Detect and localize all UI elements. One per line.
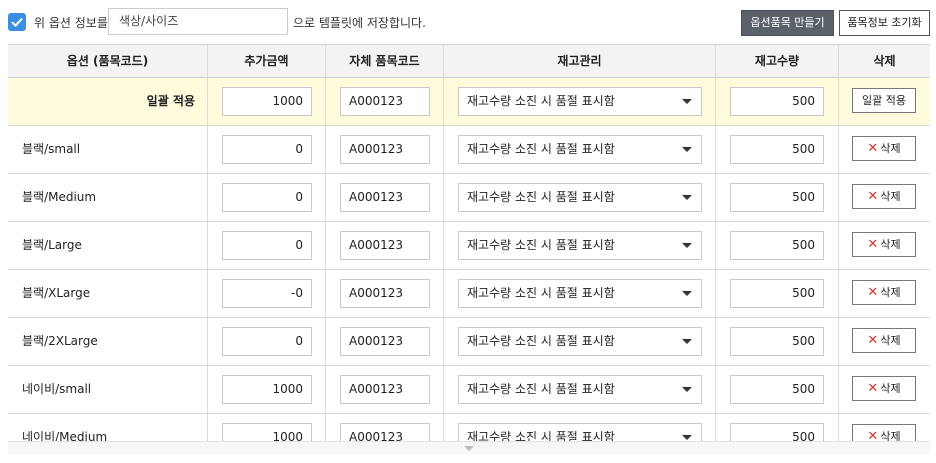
table-row: 네이비/small 1000 A000123 재고수량 소진 시 품절 표시함 500 ✕… [8, 366, 930, 414]
item-code-input[interactable]: A000123 [340, 183, 430, 212]
option-name: 블랙/Large [22, 238, 82, 252]
chevron-down-icon [682, 387, 692, 392]
stock-mgmt-select[interactable]: 재고수량 소진 시 품절 표시함 [458, 135, 702, 164]
stock-qty-input[interactable]: 500 [730, 183, 824, 212]
delete-button[interactable]: ✕ 삭제 [852, 328, 916, 353]
chevron-down-icon [464, 446, 474, 451]
option-name: 블랙/Medium [22, 190, 97, 204]
template-name-input[interactable]: 색상/사이즈 [108, 8, 288, 35]
x-icon: ✕ [867, 237, 879, 252]
col-option: 옵션 (품목코드) [8, 45, 208, 77]
col-delete: 삭제 [873, 54, 896, 68]
stock-mgmt-value: 재고수량 소진 시 품절 표시함 [467, 238, 615, 252]
option-name: 블랙/small [22, 142, 81, 156]
x-icon: ✕ [867, 141, 879, 156]
extra-price-input[interactable]: -0 [222, 279, 312, 308]
option-name: 블랙/XLarge [22, 286, 91, 300]
extra-price-input[interactable]: 0 [222, 231, 312, 260]
template-bar: 위 옵션 정보를 색상/사이즈 으로 템플릿에 저장합니다. 옵션품목 만들기 … [0, 0, 936, 44]
bulk-code-input[interactable]: A000123 [340, 87, 430, 116]
table-header: 옵션 (품목코드) 추가금액 자체 품목코드 재고관리 재고수량 삭제 [8, 45, 930, 78]
x-icon: ✕ [867, 285, 879, 300]
delete-label: 삭제 [880, 382, 901, 395]
delete-label: 삭제 [880, 286, 901, 299]
delete-label: 삭제 [880, 190, 901, 203]
delete-button[interactable]: ✕ 삭제 [852, 136, 916, 161]
scroll-indicator[interactable] [8, 441, 930, 454]
check-icon [11, 17, 23, 28]
delete-button[interactable]: ✕ 삭제 [852, 376, 916, 401]
col-stock-mgmt: 재고관리 [444, 45, 716, 77]
extra-price-input[interactable]: 0 [222, 327, 312, 356]
bulk-stock-select[interactable]: 재고수량 소진 시 품절 표시함 [458, 87, 702, 116]
stock-qty-input[interactable]: 500 [730, 327, 824, 356]
option-name: 네이비/small [22, 382, 92, 396]
bulk-apply-button[interactable]: 일괄 적용 [852, 88, 916, 113]
delete-label: 삭제 [880, 334, 901, 347]
stock-qty-input[interactable]: 500 [730, 375, 824, 404]
col-extra-price: 추가금액 [208, 45, 326, 77]
table-row: 블랙/small 0 A000123 재고수량 소진 시 품절 표시함 500 ✕ 삭제 [8, 126, 930, 174]
stock-mgmt-select[interactable]: 재고수량 소진 시 품절 표시함 [458, 279, 702, 308]
create-option-items-button[interactable]: 옵션품목 만들기 [741, 10, 834, 36]
stock-mgmt-value: 재고수량 소진 시 품절 표시함 [467, 382, 615, 396]
x-icon: ✕ [867, 333, 879, 348]
extra-price-input[interactable]: 0 [222, 183, 312, 212]
stock-mgmt-select[interactable]: 재고수량 소진 시 품절 표시함 [458, 375, 702, 404]
template-label: 위 옵션 정보를 [34, 16, 108, 30]
chevron-down-icon [682, 147, 692, 152]
stock-mgmt-value: 재고수량 소진 시 품절 표시함 [467, 334, 615, 348]
col-stock-qty: 재고수량 [716, 45, 839, 77]
delete-label: 삭제 [880, 238, 901, 251]
table-row: 블랙/2XLarge 0 A000123 재고수량 소진 시 품절 표시함 500 ✕ 삭제 [8, 318, 930, 366]
item-code-input[interactable]: A000123 [340, 279, 430, 308]
col-item-code: 자체 품목코드 [326, 45, 444, 77]
bulk-apply-row: 일괄 적용 1000 A000123 재고수량 소진 시 품절 표시함 500 … [8, 78, 930, 126]
stock-qty-input[interactable]: 500 [730, 135, 824, 164]
item-code-input[interactable]: A000123 [340, 135, 430, 164]
chevron-down-icon [682, 339, 692, 344]
x-icon: ✕ [867, 189, 879, 204]
template-suffix: 으로 템플릿에 저장합니다. [293, 16, 426, 30]
extra-price-input[interactable]: 1000 [222, 375, 312, 404]
table-row: 블랙/Medium 0 A000123 재고수량 소진 시 품절 표시함 500 ✕ 삭제 [8, 174, 930, 222]
chevron-down-icon [682, 99, 692, 104]
delete-button[interactable]: ✕ 삭제 [852, 232, 916, 257]
stock-mgmt-select[interactable]: 재고수량 소진 시 품절 표시함 [458, 327, 702, 356]
x-icon: ✕ [867, 381, 879, 396]
item-code-input[interactable]: A000123 [340, 231, 430, 260]
bulk-stock-select-value: 재고수량 소진 시 품절 표시함 [467, 94, 615, 108]
option-items-table: 옵션 (품목코드) 추가금액 자체 품목코드 재고관리 재고수량 삭제 일괄 적… [8, 44, 930, 454]
table-row: 블랙/Large 0 A000123 재고수량 소진 시 품절 표시함 500 ✕ 삭제 [8, 222, 930, 270]
chevron-down-icon [682, 435, 692, 440]
table-row: 블랙/XLarge -0 A000123 재고수량 소진 시 품절 표시함 500 ✕ 삭제 [8, 270, 930, 318]
delete-label: 삭제 [880, 142, 901, 155]
delete-button[interactable]: ✕ 삭제 [852, 280, 916, 305]
bulk-price-input[interactable]: 1000 [222, 87, 312, 116]
stock-mgmt-select[interactable]: 재고수량 소진 시 품절 표시함 [458, 183, 702, 212]
stock-mgmt-value: 재고수량 소진 시 품절 표시함 [467, 142, 615, 156]
bulk-apply-label: 일괄 적용 [146, 94, 195, 108]
item-code-input[interactable]: A000123 [340, 327, 430, 356]
chevron-down-icon [682, 195, 692, 200]
delete-button[interactable]: ✕ 삭제 [852, 184, 916, 209]
option-name: 블랙/2XLarge [22, 334, 98, 348]
bulk-qty-input[interactable]: 500 [730, 87, 824, 116]
stock-qty-input[interactable]: 500 [730, 231, 824, 260]
reset-item-info-button[interactable]: 품목정보 초기화 [839, 10, 930, 36]
extra-price-input[interactable]: 0 [222, 135, 312, 164]
stock-qty-input[interactable]: 500 [730, 279, 824, 308]
stock-mgmt-value: 재고수량 소진 시 품절 표시함 [467, 190, 615, 204]
chevron-down-icon [682, 291, 692, 296]
item-code-input[interactable]: A000123 [340, 375, 430, 404]
save-template-checkbox[interactable] [8, 13, 26, 31]
stock-mgmt-select[interactable]: 재고수량 소진 시 품절 표시함 [458, 231, 702, 260]
chevron-down-icon [682, 243, 692, 248]
stock-mgmt-value: 재고수량 소진 시 품절 표시함 [467, 286, 615, 300]
